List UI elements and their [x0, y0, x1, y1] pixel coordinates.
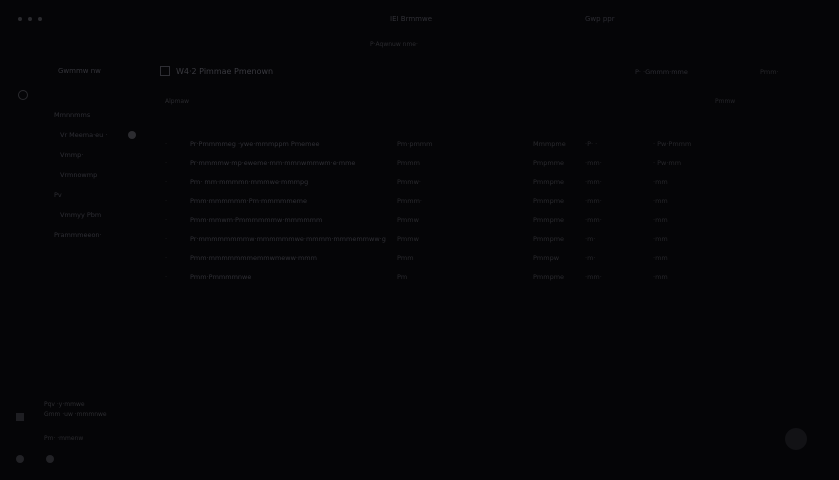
count-badge-icon: [128, 131, 136, 139]
row-status: Mmmpme: [533, 140, 566, 148]
row-assignee: ·mm: [653, 197, 668, 205]
row-marker: ·: [165, 197, 168, 205]
issue-list: · Pr·Pmmmmeg ·ywe·mmmppm Pmemee Pm·pmmm Mmm…: [165, 135, 765, 287]
row-marker: ·: [165, 178, 168, 186]
sidebar-item[interactable]: Vr Meema·eu ·: [48, 125, 136, 145]
row-title: Pmm·mmwm·Pmmmmmmw·mmmmmm: [190, 216, 323, 224]
row-project: Pm: [397, 273, 408, 281]
row-date: ·mm·: [585, 273, 602, 281]
row-date: ·mm·: [585, 197, 602, 205]
row-status: Pmmpme: [533, 178, 565, 186]
row-assignee: ·mm: [653, 216, 668, 224]
window-controls[interactable]: [18, 17, 42, 21]
sidebar-item[interactable]: Pv: [48, 185, 107, 205]
sidebar-item[interactable]: Vrmnowmp: [48, 165, 107, 185]
row-status: Pmmpme: [533, 273, 565, 281]
row-status: Pmmpme: [533, 235, 565, 243]
row-date: ·mm·: [585, 178, 602, 186]
sidebar-item[interactable]: Vmmyy Pbm: [48, 205, 107, 225]
window-titlebar: IEI Brmmwe Gwp ppr P·Aqwnuw nme·: [0, 0, 839, 48]
page-header: W4·2 Pimmae Pmenown: [160, 66, 273, 76]
row-assignee: ·mm: [653, 235, 668, 243]
list-item[interactable]: · Pmm·mmmmmmmemmwmeww·mmm Pmm Pmmpw ·m· ·mm: [165, 249, 765, 268]
row-assignee: · Pw·mm: [653, 159, 682, 167]
row-status: Pmmpme: [533, 216, 565, 224]
header-action-button[interactable]: P· ·Gmmm·mme: [635, 68, 688, 76]
window-title: IEI Brmmwe: [390, 15, 433, 23]
workspace-name[interactable]: Gwmmw nw: [58, 67, 101, 75]
settings-icon[interactable]: [46, 455, 54, 463]
sidebar-item[interactable]: Vmmp·: [48, 145, 107, 165]
list-item[interactable]: · Pmm·mmwm·Pmmmmmmw·mmmmmm Pmmw Pmmpme ·mm· ·…: [165, 211, 765, 230]
row-marker: ·: [165, 273, 168, 281]
row-title: Pmm·mmmmmm·Pm·mmmmmeme: [190, 197, 308, 205]
row-project: Pmmw: [397, 235, 419, 243]
row-assignee: · Pw·Pmmm: [653, 140, 692, 148]
row-marker: ·: [165, 216, 168, 224]
row-title: Pmm·mmmmmmmemmwmeww·mmm: [190, 254, 317, 262]
close-window-dot[interactable]: [18, 17, 22, 21]
avatar[interactable]: [16, 413, 24, 421]
sidebar: Gwmmw nw Mmnnmms Vr Meema·eu · Vmmp· Vrm…: [0, 55, 150, 475]
help-icon[interactable]: [16, 455, 24, 463]
row-date: ·mm·: [585, 159, 602, 167]
main-content: W4·2 Pimmae Pmenown P· ·Gmmm·mme Pmm· Al…: [155, 60, 839, 480]
page-title: W4·2 Pimmae Pmenown: [176, 66, 274, 76]
row-date: ·m·: [585, 235, 596, 243]
row-date: ·P· ·: [585, 140, 598, 148]
row-project: Pm·pmmm: [397, 140, 433, 148]
topbar-action[interactable]: Gwp ppr: [585, 15, 615, 23]
list-item[interactable]: · Pr·Pmmmmeg ·ywe·mmmppm Pmemee Pm·pmmm Mmm…: [165, 135, 765, 154]
row-title: Pr·Pmmmmeg ·ywe·mmmppm Pmemee: [190, 140, 320, 148]
sidebar-item-label: Vr Meema·eu ·: [60, 131, 108, 139]
row-assignee: ·mm: [653, 254, 668, 262]
gear-icon[interactable]: [18, 90, 28, 100]
row-title: Pmm·Pmmmmnwe: [190, 273, 252, 281]
row-marker: ·: [165, 254, 168, 262]
sidebar-item[interactable]: Prammmeeon·: [48, 225, 107, 245]
row-title: Pr·mmmmmmmmw·mmmmmmwe·mmmm·mmmemmww·g: [190, 235, 386, 243]
list-item[interactable]: · Pm· mm·mmmmn·mmmwe·mmmpg Pmmw· Pmmpme ·mm·…: [165, 173, 765, 192]
row-project: Pmmm: [397, 159, 420, 167]
user-info[interactable]: Pqv ·y·mmwe Gmm ·uw ·mmmnwe: [44, 400, 107, 420]
row-date: ·m·: [585, 254, 596, 262]
user-name: Pqv ·y·mmwe: [44, 401, 85, 408]
page-icon: [160, 66, 170, 76]
view-button[interactable]: Pmmw: [715, 98, 735, 105]
header-secondary-button[interactable]: Pmm·: [760, 68, 779, 76]
row-title: Pr·mmmmw·mp·eweme·mm·mmnwmmwm·e·mme: [190, 159, 356, 167]
row-project: Pmmw: [397, 216, 419, 224]
row-status: Pmmpw: [533, 254, 560, 262]
sidebar-item[interactable]: Mmnnmms: [48, 105, 107, 125]
minimize-window-dot[interactable]: [28, 17, 32, 21]
row-project: Pmm: [397, 254, 414, 262]
row-marker: ·: [165, 235, 168, 243]
row-date: ·mm·: [585, 216, 602, 224]
row-marker: ·: [165, 159, 168, 167]
list-item[interactable]: · Pmm·mmmmmm·Pm·mmmmmeme Pmmm· Pmmpme ·mm· ·m…: [165, 192, 765, 211]
sidebar-bottom-icons: [16, 455, 54, 463]
row-assignee: ·mm: [653, 273, 668, 281]
help-chat-button[interactable]: [785, 428, 807, 450]
row-project: Pmmw·: [397, 178, 421, 186]
row-marker: ·: [165, 140, 168, 148]
user-email: Gmm ·uw ·mmmnwe: [44, 411, 107, 418]
row-status: Pmmpme: [533, 197, 565, 205]
breadcrumb[interactable]: P·Aqwnuw nme·: [370, 41, 418, 48]
maximize-window-dot[interactable]: [38, 17, 42, 21]
row-project: Pmmm·: [397, 197, 422, 205]
list-item[interactable]: · Pr·mmmmmmmmw·mmmmmmwe·mmmm·mmmemmww·g Pm…: [165, 230, 765, 249]
filter-button[interactable]: Alpmaw: [165, 98, 189, 105]
row-status: Pmpmme: [533, 159, 565, 167]
sidebar-footer[interactable]: Pm· ·mmenw: [44, 435, 83, 442]
sidebar-nav: Mmnnmms Vr Meema·eu · Vmmp· Vrmnowmp Pv …: [48, 105, 136, 245]
row-title: Pm· mm·mmmmn·mmmwe·mmmpg: [190, 178, 309, 186]
list-item[interactable]: · Pmm·Pmmmmnwe Pm Pmmpme ·mm· ·mm: [165, 268, 765, 287]
row-assignee: ·mm: [653, 178, 668, 186]
list-item[interactable]: · Pr·mmmmw·mp·eweme·mm·mmnwmmwm·e·mme Pmmm…: [165, 154, 765, 173]
